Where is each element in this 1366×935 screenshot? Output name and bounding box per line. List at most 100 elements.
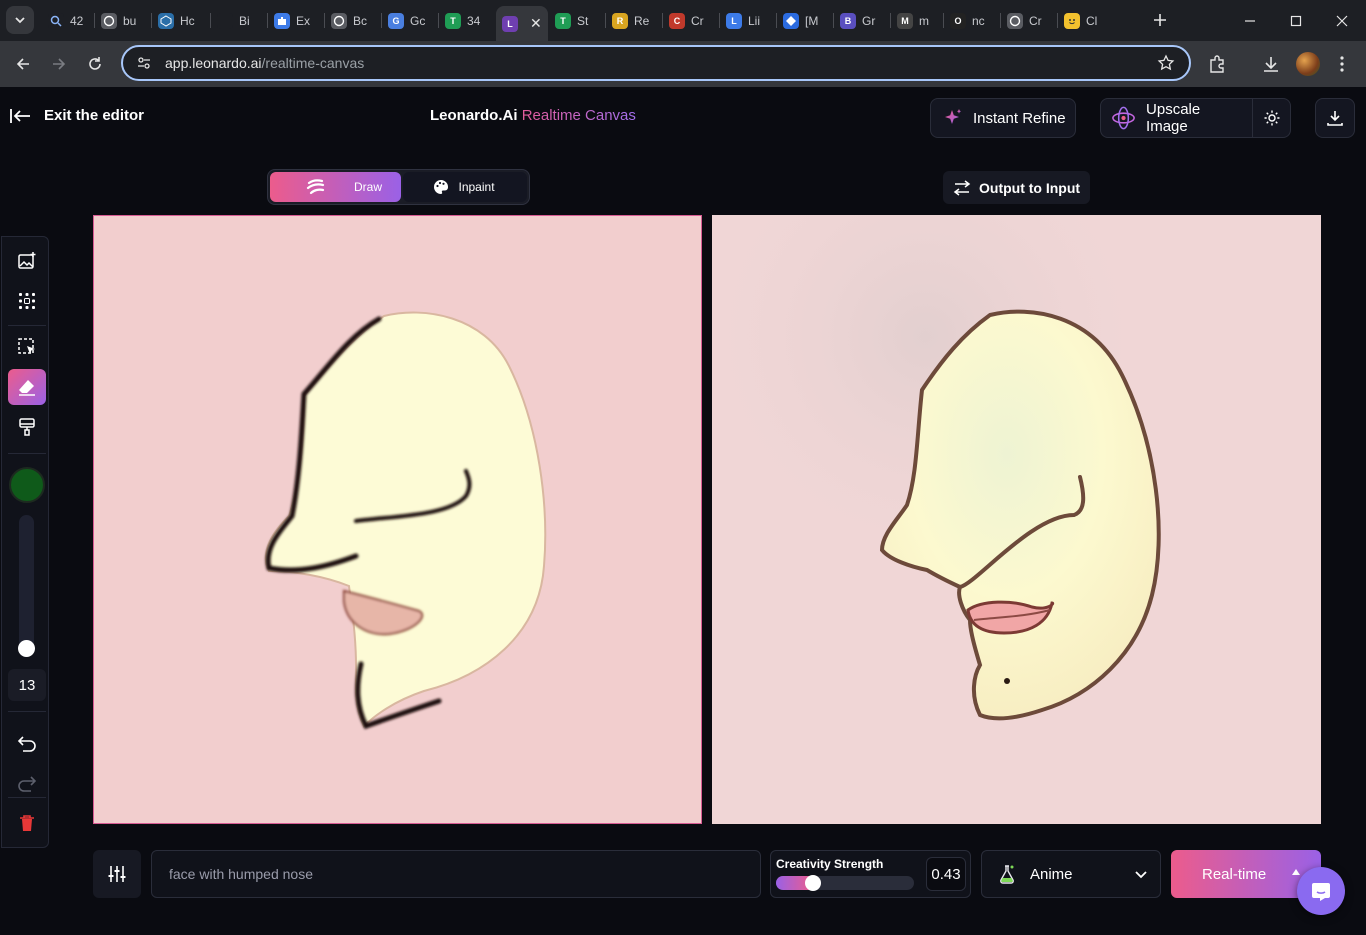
creativity-strength-handle[interactable] (805, 875, 821, 891)
browser-tab[interactable]: T 34 (439, 6, 495, 35)
creativity-strength-slider[interactable] (776, 876, 914, 890)
browser-tab[interactable]: Ex (268, 6, 324, 35)
chevron-down-icon (15, 17, 25, 24)
tab-title: Cr (1029, 13, 1042, 28)
eraser-icon (19, 380, 35, 396)
prompt-input[interactable]: face with humped nose (151, 850, 761, 898)
title-accent: Realtime Canvas (521, 107, 636, 124)
tab-search-button[interactable] (6, 6, 34, 34)
brush-size-slider[interactable] (19, 515, 34, 655)
browser-tab[interactable]: Bc (325, 6, 381, 35)
creativity-strength-value[interactable]: 0.43 (926, 857, 966, 891)
new-tab-button[interactable] (1148, 8, 1172, 32)
browser-tab[interactable]: [M (777, 6, 833, 35)
browser-tab[interactable]: Cr (1001, 6, 1057, 35)
output-to-input-button[interactable]: Output to Input (943, 171, 1090, 204)
tab-title: bu (123, 13, 137, 28)
palette-icon (433, 179, 448, 194)
close-window-button[interactable] (1319, 0, 1365, 41)
browser-tab[interactable]: L ✕ (496, 6, 548, 41)
tab-favicon-icon: L (502, 15, 518, 32)
tab-title: Gc (410, 13, 426, 28)
add-image-tool[interactable] (8, 243, 46, 279)
forward-button[interactable] (44, 49, 74, 79)
browser-tab[interactable]: T St (549, 6, 605, 35)
tab-title: Bc (353, 13, 368, 28)
browser-tab[interactable]: Mm (891, 6, 943, 35)
inpaint-mode-button[interactable]: Inpaint (402, 172, 527, 202)
upscale-image-button[interactable]: Upscale Image (1101, 99, 1242, 137)
upscale-image-label: Upscale Image (1146, 101, 1201, 135)
eraser-tool[interactable] (8, 369, 46, 405)
url-text: app.leonardo.ai/realtime-canvas (165, 55, 364, 71)
exit-arrow-icon (10, 108, 30, 123)
settings-sliders-button[interactable] (93, 850, 141, 898)
reload-button[interactable] (80, 49, 110, 79)
drawing-canvas[interactable] (93, 215, 702, 824)
browser-menu-button[interactable] (1330, 52, 1354, 76)
realtime-canvas-app: Exit the editor Leonardo.Ai Realtime Can… (0, 87, 1366, 935)
tab-title: Cr (691, 13, 704, 28)
clear-canvas-button[interactable] (8, 805, 46, 841)
bookmark-star-icon[interactable] (1157, 54, 1175, 72)
browser-tab[interactable]: bu (95, 6, 151, 35)
site-settings-icon[interactable] (135, 54, 153, 72)
url-path: /realtime-canvas (261, 55, 365, 71)
download-icon (1327, 111, 1343, 126)
page-title: Leonardo.Ai Realtime Canvas (430, 107, 636, 124)
brush-size-slider-handle[interactable] (18, 640, 35, 657)
tab-favicon-icon: R (612, 12, 628, 29)
tab-favicon-icon (331, 12, 347, 29)
address-bar[interactable]: app.leonardo.ai/realtime-canvas (121, 45, 1191, 81)
paint-roller-icon (19, 418, 35, 436)
sliders-icon (108, 866, 126, 882)
download-button[interactable] (1315, 98, 1355, 138)
more-vertical-icon (1340, 56, 1344, 72)
tab-favicon-icon: C (669, 12, 685, 29)
generated-image (712, 215, 1321, 824)
select-tool[interactable] (8, 329, 46, 365)
swap-arrows-icon (953, 179, 971, 196)
upscale-settings-button[interactable] (1253, 109, 1290, 127)
browser-tab[interactable]: C Cr (663, 6, 719, 35)
support-chat-button[interactable] (1297, 867, 1345, 915)
tab-favicon-icon: G (388, 12, 404, 29)
grid-tool[interactable] (8, 283, 46, 319)
exit-editor-button[interactable]: Exit the editor (10, 107, 144, 124)
browser-tab-strip: 42 bu Hc Bi Ex Bc G Gc T 34 L ✕ T St R Re C Cr L Lii [M B Gr Mm… (0, 0, 1366, 41)
paint-tool[interactable] (8, 409, 46, 445)
instant-refine-button[interactable]: Instant Refine (930, 98, 1076, 138)
profile-avatar[interactable] (1296, 52, 1320, 76)
style-dropdown[interactable]: Anime (981, 850, 1161, 898)
browser-tab[interactable]: Hc (152, 6, 210, 35)
browser-tab[interactable]: Cl (1058, 6, 1114, 35)
browser-tab[interactable]: Bi (211, 6, 267, 35)
minimize-button[interactable] (1227, 0, 1273, 41)
browser-tab[interactable]: Onc (944, 6, 1000, 35)
draw-mode-button[interactable]: Draw (270, 172, 401, 202)
tab-favicon-icon: M (897, 12, 913, 29)
downloads-button[interactable] (1259, 52, 1283, 76)
tab-close-icon[interactable]: ✕ (530, 15, 542, 32)
undo-icon (17, 736, 36, 752)
tab-favicon-icon (1007, 12, 1023, 29)
tab-favicon-icon: T (445, 12, 461, 29)
brush-size-value[interactable]: 13 (8, 669, 46, 701)
maximize-button[interactable] (1273, 0, 1319, 41)
redo-button[interactable] (8, 765, 46, 801)
back-button[interactable] (8, 49, 38, 79)
browser-tab[interactable]: R Re (606, 6, 662, 35)
browser-tab[interactable]: G Gc (382, 6, 438, 35)
browser-tab[interactable]: L Lii (720, 6, 776, 35)
tab-favicon-icon (101, 12, 117, 29)
plus-icon (1154, 14, 1166, 26)
caret-up-icon[interactable] (1291, 868, 1301, 876)
extensions-button[interactable] (1205, 52, 1229, 76)
upscale-group: Upscale Image (1100, 98, 1291, 138)
browser-tab[interactable]: 42 (42, 6, 94, 35)
browser-tab[interactable]: B Gr (834, 6, 890, 35)
tab-favicon-icon (783, 12, 799, 29)
undo-button[interactable] (8, 725, 46, 761)
brush-color-picker[interactable] (9, 467, 45, 503)
tab-title: [M (805, 13, 819, 28)
